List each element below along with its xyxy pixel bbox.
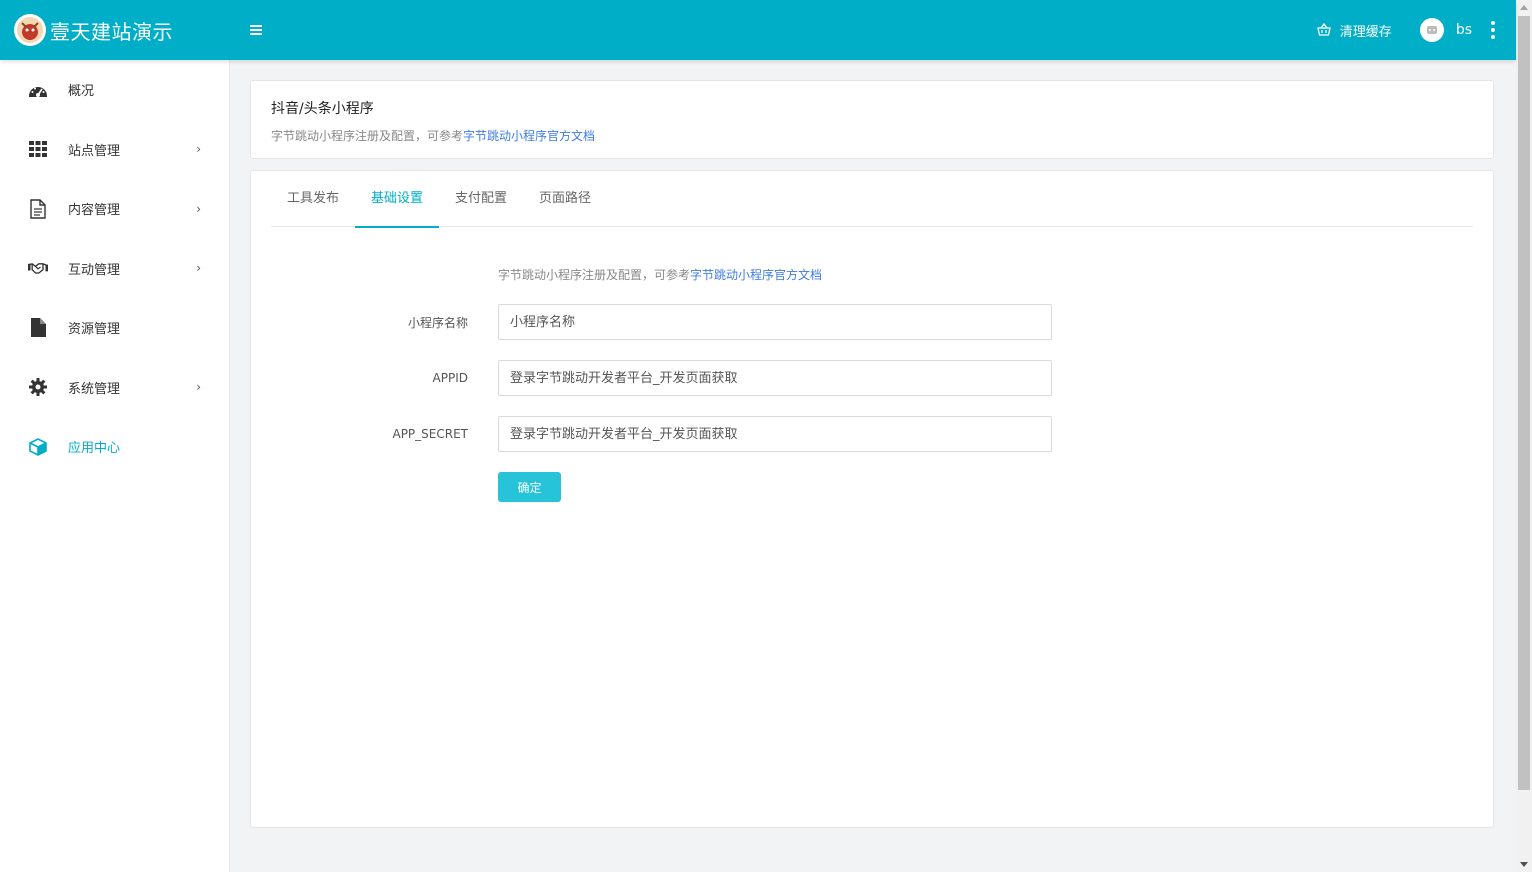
sidebar-item-label: 系统管理 bbox=[68, 381, 121, 397]
page-description-text: 字节跳动小程序注册及配置，可参考 bbox=[271, 129, 464, 143]
clear-cache-label: 清理缓存 bbox=[1339, 24, 1392, 40]
form-hint-text: 字节跳动小程序注册及配置，可参考 bbox=[498, 268, 691, 282]
name-label: 小程序名称 bbox=[407, 315, 468, 330]
document-icon bbox=[28, 199, 48, 219]
tab-basic-settings[interactable]: 基础设置 bbox=[355, 171, 440, 228]
app-name-input[interactable] bbox=[498, 304, 1052, 340]
dashboard-icon bbox=[28, 80, 48, 100]
avatar bbox=[1419, 18, 1444, 42]
more-options-icon[interactable] bbox=[1490, 21, 1496, 39]
submit-button[interactable]: 确定 bbox=[498, 472, 561, 502]
sidebar-item-system-management[interactable]: 系统管理 › bbox=[0, 358, 229, 418]
sidebar-item-label: 互动管理 bbox=[68, 262, 121, 278]
brand-name: 壹天建站演示 bbox=[50, 19, 173, 44]
chevron-right-icon: › bbox=[196, 261, 201, 276]
page-scrollbar[interactable] bbox=[1516, 0, 1532, 872]
scroll-down-arrow-icon[interactable] bbox=[1520, 862, 1528, 867]
app-secret-input[interactable] bbox=[498, 416, 1052, 452]
chevron-right-icon: › bbox=[196, 201, 201, 216]
tab-tool-publish[interactable]: 工具发布 bbox=[271, 171, 355, 227]
form-docs-link[interactable]: 字节跳动小程序官方文档 bbox=[690, 268, 822, 282]
page-header-card: 抖音/头条小程序 字节跳动小程序注册及配置，可参考字节跳动小程序官方文档 bbox=[250, 80, 1494, 159]
brand[interactable]: 壹天建站演示 bbox=[0, 0, 230, 60]
sidebar-item-label: 应用中心 bbox=[68, 441, 121, 457]
file-icon bbox=[28, 318, 48, 338]
form-row-secret: APP_SECRET bbox=[251, 416, 1495, 452]
sidebar-item-app-center[interactable]: 应用中心 bbox=[0, 417, 229, 477]
form-row-appid: APPID bbox=[251, 360, 1495, 396]
form-hint: 字节跳动小程序注册及配置，可参考字节跳动小程序官方文档 bbox=[498, 266, 822, 283]
tab-payment-config[interactable]: 支付配置 bbox=[439, 171, 523, 227]
logo-icon bbox=[14, 14, 46, 46]
appid-label: APPID bbox=[432, 371, 468, 385]
sidebar-item-resource-management[interactable]: 资源管理 bbox=[0, 298, 229, 358]
sidebar-item-label: 资源管理 bbox=[68, 322, 121, 338]
basket-icon bbox=[1316, 22, 1332, 38]
sidebar-item-label: 内容管理 bbox=[68, 203, 121, 219]
sidebar-item-content-management[interactable]: 内容管理 › bbox=[0, 179, 229, 239]
gear-icon bbox=[28, 377, 48, 397]
chevron-right-icon: › bbox=[196, 142, 201, 157]
user-menu[interactable]: bs bbox=[1419, 18, 1472, 42]
tab-bar: 工具发布 基础设置 支付配置 页面路径 bbox=[271, 171, 1473, 228]
sidebar-item-site-management[interactable]: 站点管理 › bbox=[0, 120, 229, 180]
official-docs-link[interactable]: 字节跳动小程序官方文档 bbox=[463, 129, 595, 143]
scroll-up-arrow-icon[interactable] bbox=[1520, 5, 1528, 10]
settings-card: 工具发布 基础设置 支付配置 页面路径 字节跳动小程序注册及配置，可参考字节跳动… bbox=[250, 170, 1494, 828]
username: bs bbox=[1455, 22, 1472, 38]
page-description: 字节跳动小程序注册及配置，可参考字节跳动小程序官方文档 bbox=[271, 127, 1473, 144]
sidebar-item-overview[interactable]: 概况 bbox=[0, 60, 229, 120]
cube-icon bbox=[28, 437, 48, 457]
top-bar: 壹天建站演示 清理缓存 bs bbox=[0, 0, 1516, 60]
app-secret-label: APP_SECRET bbox=[392, 427, 468, 441]
sidebar-item-label: 站点管理 bbox=[68, 143, 121, 159]
clear-cache-button[interactable]: 清理缓存 bbox=[1316, 21, 1392, 40]
sidebar-item-interaction-management[interactable]: 互动管理 › bbox=[0, 239, 229, 299]
sidebar-item-label: 概况 bbox=[68, 84, 95, 100]
chevron-right-icon: › bbox=[196, 380, 201, 395]
page-title: 抖音/头条小程序 bbox=[271, 101, 374, 117]
main-content: 抖音/头条小程序 字节跳动小程序注册及配置，可参考字节跳动小程序官方文档 工具发… bbox=[230, 60, 1516, 872]
tab-page-path[interactable]: 页面路径 bbox=[523, 171, 607, 227]
form-row-name: 小程序名称 bbox=[251, 304, 1495, 340]
appid-input[interactable] bbox=[498, 360, 1052, 396]
scroll-thumb[interactable] bbox=[1518, 16, 1530, 790]
grid-icon bbox=[28, 139, 48, 159]
sidebar: 概况 站点管理 › 内容管理 › 互动管理 › 资源管理 系统管理 › 应用中心 bbox=[0, 60, 230, 872]
menu-toggle-icon[interactable] bbox=[248, 22, 264, 38]
handshake-icon bbox=[28, 258, 48, 278]
